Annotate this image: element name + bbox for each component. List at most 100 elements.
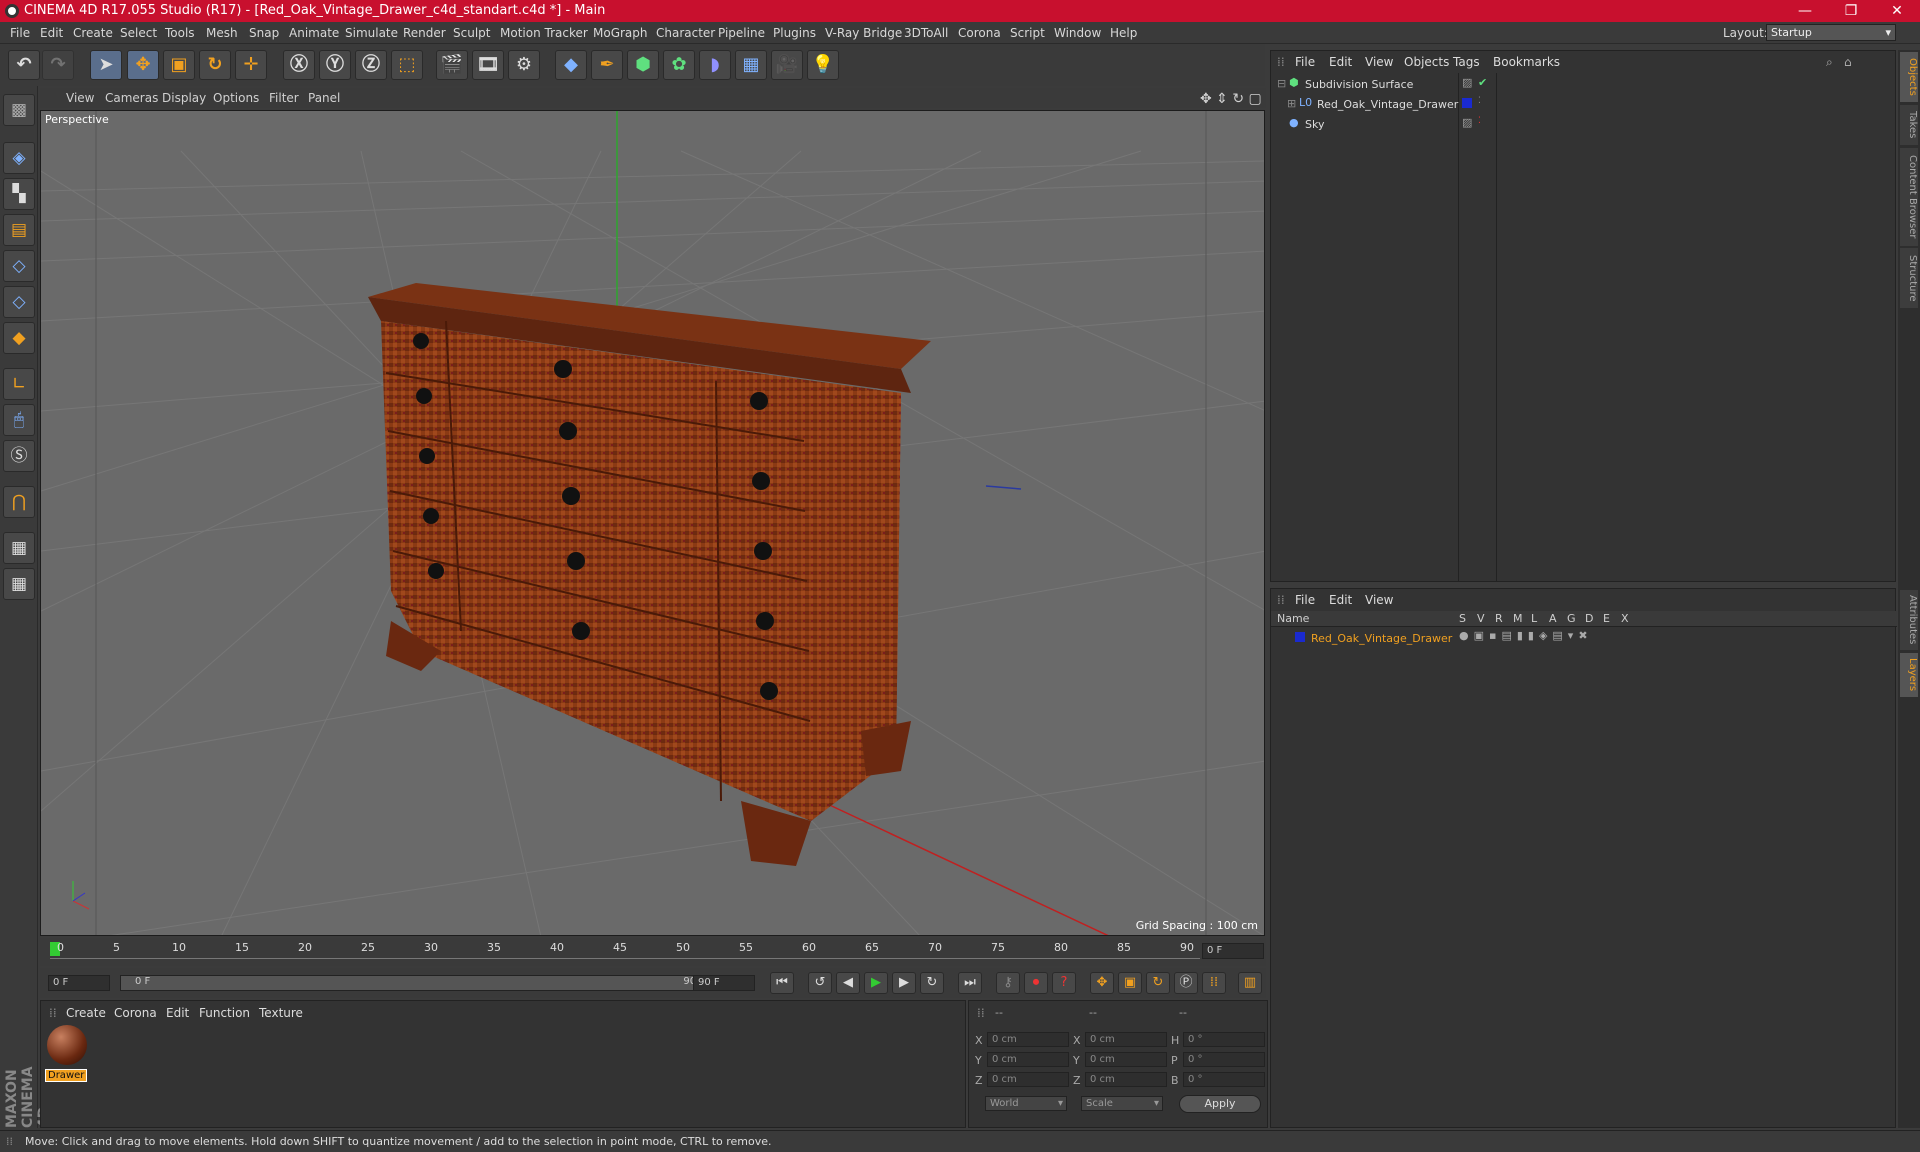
tab-takes[interactable]: Takes (1900, 105, 1918, 145)
menu-animate[interactable]: Animate (289, 26, 339, 40)
add-mograph-button[interactable]: ✿ (663, 50, 695, 80)
add-floor-button[interactable]: ▦ (735, 50, 767, 80)
coord-system-dropdown[interactable]: World ▾ (985, 1096, 1067, 1111)
add-cube-button[interactable]: ◆ (555, 50, 587, 80)
points-mode-button[interactable]: ◇ (3, 250, 35, 282)
3d-viewport[interactable]: Perspective Grid Spacing : 100 cm (40, 110, 1265, 936)
polygons-mode-button[interactable]: ◆ (3, 322, 35, 354)
om-menu-view[interactable]: View (1365, 55, 1393, 69)
redo-button[interactable]: ↷ (42, 50, 74, 80)
current-frame-field[interactable]: 0 F (1202, 943, 1264, 959)
layer-col-g[interactable]: G (1567, 612, 1576, 625)
y-axis-lock-button[interactable]: Ⓨ (319, 50, 351, 80)
add-deformer-button[interactable]: ◗ (699, 50, 731, 80)
size-y-field[interactable]: 0 cm (1085, 1052, 1167, 1067)
menu-mesh[interactable]: Mesh (206, 26, 238, 40)
key-position-button[interactable]: ✥ (1090, 972, 1114, 994)
rot-b-field[interactable]: 0 ° (1183, 1072, 1265, 1087)
key-scale-button[interactable]: ▣ (1118, 972, 1142, 994)
om-menu-tags[interactable]: Tags (1453, 55, 1480, 69)
size-mode-dropdown[interactable]: Scale ▾ (1081, 1096, 1163, 1111)
material-menu-function[interactable]: Function (199, 1006, 250, 1020)
workplane-sync-button[interactable]: ▦ (3, 568, 35, 600)
timeline-window-button[interactable]: ▥ (1238, 972, 1262, 994)
rot-p-field[interactable]: 0 ° (1183, 1052, 1265, 1067)
z-axis-lock-button[interactable]: Ⓩ (355, 50, 387, 80)
make-editable-button[interactable]: ▩ (3, 94, 35, 126)
tab-content-browser[interactable]: Content Browser (1900, 148, 1918, 246)
object-row-subdivision[interactable]: ⊟ ⬢ Subdivision Surface ▨ ✔ (1271, 75, 1897, 94)
tab-layers[interactable]: Layers (1900, 653, 1918, 697)
visibility-dots-icon[interactable]: ⁚ (1478, 116, 1481, 126)
key-parameter-button[interactable]: Ⓟ (1174, 972, 1198, 994)
menu-help[interactable]: Help (1110, 26, 1137, 40)
menu-simulate[interactable]: Simulate (345, 26, 398, 40)
key-rotation-button[interactable]: ↻ (1146, 972, 1170, 994)
size-z-field[interactable]: 0 cm (1085, 1072, 1167, 1087)
menu-plugins[interactable]: Plugins (773, 26, 816, 40)
expand-icon[interactable]: ⊞ (1287, 97, 1296, 110)
render-view-button[interactable]: 🎬 (436, 50, 468, 80)
live-selection-button[interactable]: ➤ (90, 50, 122, 80)
viewport-menu-filter[interactable]: Filter (269, 91, 299, 105)
pos-y-field[interactable]: 0 cm (987, 1052, 1069, 1067)
visibility-dots-icon[interactable]: ⁚ (1478, 96, 1481, 106)
render-settings-button[interactable]: ⚙ (508, 50, 540, 80)
tweak-mode-button[interactable]: 🖱 (3, 404, 35, 436)
menu-tools[interactable]: Tools (165, 26, 195, 40)
minimize-button[interactable]: — (1782, 0, 1828, 22)
layer-toggle-icons[interactable]: ●▣▪▤▮▮◈▤▾✖ (1459, 629, 1593, 642)
om-menu-file[interactable]: File (1295, 55, 1315, 69)
object-row-sky[interactable]: ● Sky ▨ ⁚ (1271, 115, 1897, 134)
rot-h-field[interactable]: 0 ° (1183, 1032, 1265, 1047)
viewport-menu-options[interactable]: Options (213, 91, 259, 105)
lock-workplane-button[interactable]: ▦ (3, 532, 35, 564)
layer-col-e[interactable]: E (1603, 612, 1610, 625)
apply-button[interactable]: Apply (1179, 1095, 1261, 1113)
previous-frame-button[interactable]: ◀ (836, 972, 860, 994)
menu-edit[interactable]: Edit (40, 26, 63, 40)
add-subdivision-button[interactable]: ⬢ (627, 50, 659, 80)
om-menu-objects[interactable]: Objects (1404, 55, 1449, 69)
collapse-icon[interactable]: ⊟ (1277, 77, 1286, 90)
texture-mode-button[interactable]: ▚ (3, 178, 35, 210)
add-camera-button[interactable]: 🎥 (771, 50, 803, 80)
menu-corona[interactable]: Corona (958, 26, 1001, 40)
previous-key-button[interactable]: ↺ (808, 972, 832, 994)
go-to-end-button[interactable]: ⏭ (958, 972, 982, 994)
layer-col-a[interactable]: A (1549, 612, 1557, 625)
layout-dropdown[interactable]: Startup ▾ (1766, 24, 1896, 41)
viewport-navigation-icons[interactable]: ✥ ⇕ ↻ ▢ (1200, 91, 1262, 107)
viewport-menu-cameras[interactable]: Cameras (105, 91, 158, 105)
next-key-button[interactable]: ↻ (920, 972, 944, 994)
tab-structure[interactable]: Structure (1900, 248, 1918, 308)
menu-create[interactable]: Create (73, 26, 113, 40)
menu-3dtoall[interactable]: 3DToAll (904, 26, 948, 40)
enable-axis-button[interactable]: ∟ (3, 368, 35, 400)
record-keys-button[interactable]: ⚷ (996, 972, 1020, 994)
render-picture-viewer-button[interactable]: 🎞 (472, 50, 504, 80)
menu-script[interactable]: Script (1010, 26, 1045, 40)
menu-select[interactable]: Select (120, 26, 157, 40)
layer-col-v[interactable]: V (1477, 612, 1485, 625)
checkmark-icon[interactable]: ✔ (1478, 76, 1487, 89)
move-tool-button[interactable]: ✥ (127, 50, 159, 80)
material-menu-edit[interactable]: Edit (166, 1006, 189, 1020)
magnet-button[interactable]: ⋂ (3, 486, 35, 518)
object-row-drawer[interactable]: ⊞ L0 Red_Oak_Vintage_Drawer ⁚ (1271, 95, 1897, 114)
start-frame-field[interactable]: 0 F (48, 975, 110, 991)
recent-tool-button[interactable]: ✛ (235, 50, 267, 80)
om-menu-bookmarks[interactable]: Bookmarks (1493, 55, 1560, 69)
play-button[interactable]: ▶ (864, 972, 888, 994)
layer-col-m[interactable]: M (1513, 612, 1523, 625)
material-drawer[interactable]: Drawer (45, 1025, 91, 1083)
layer-col-r[interactable]: R (1495, 612, 1503, 625)
menu-render[interactable]: Render (403, 26, 446, 40)
model-mode-button[interactable]: ◈ (3, 142, 35, 174)
layer-row[interactable]: Red_Oak_Vintage_Drawer ●▣▪▤▮▮◈▤▾✖ (1271, 629, 1897, 648)
keyframe-selection-button[interactable]: ? (1052, 972, 1076, 994)
layer-col-d[interactable]: D (1585, 612, 1593, 625)
menu-pipeline[interactable]: Pipeline (718, 26, 765, 40)
menu-sculpt[interactable]: Sculpt (453, 26, 490, 40)
material-menu-texture[interactable]: Texture (259, 1006, 303, 1020)
